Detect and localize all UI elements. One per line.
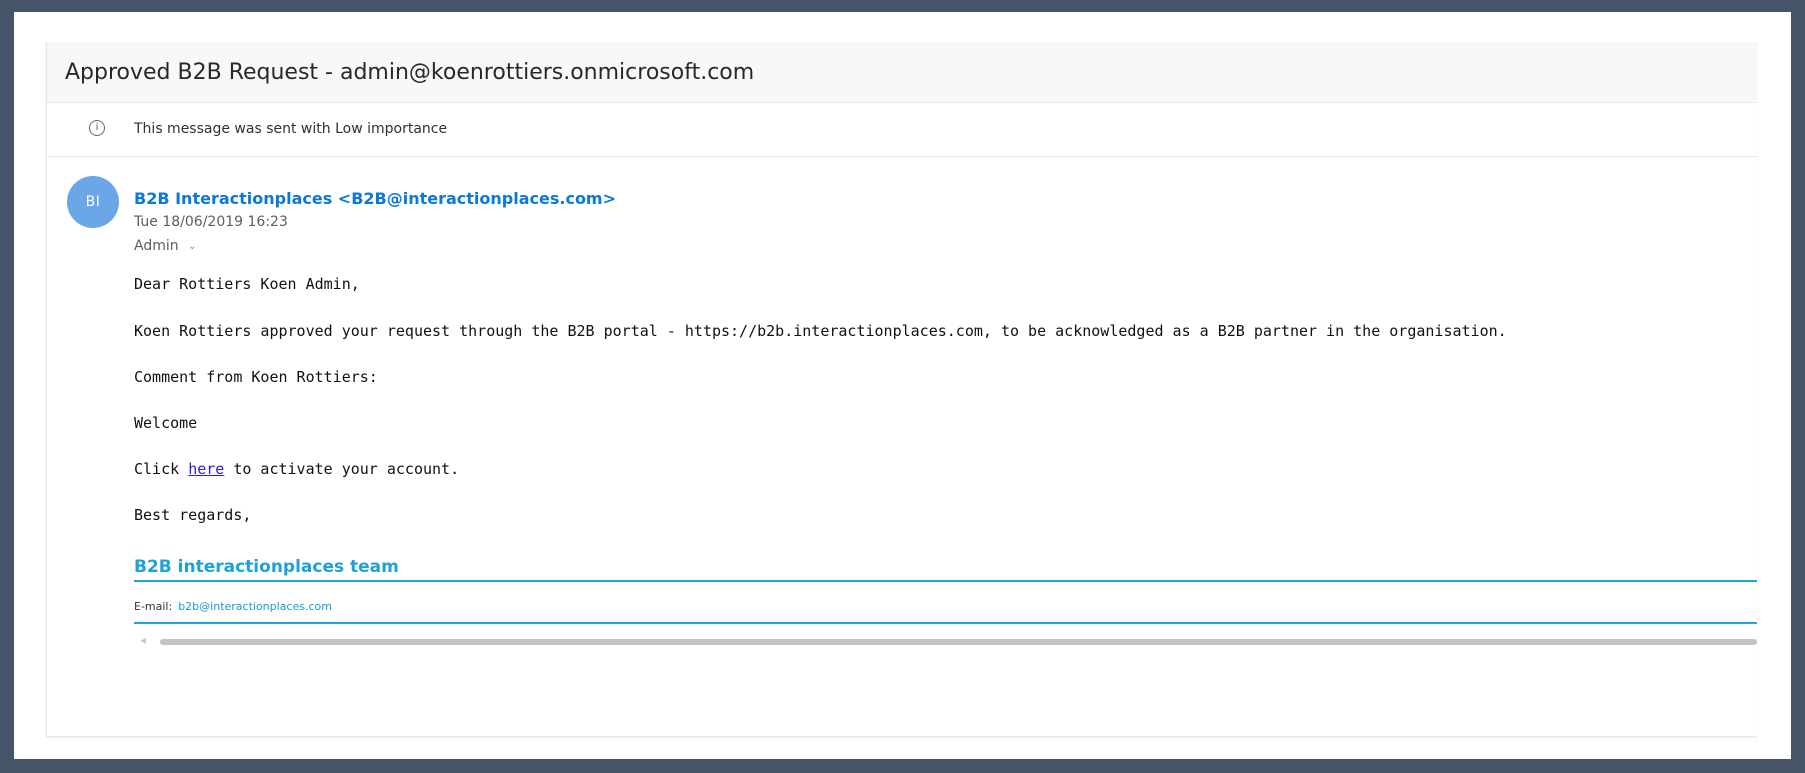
email-subject: Approved B2B Request - admin@koenrottier…: [65, 60, 755, 85]
activation-suffix: to activate your account.: [224, 460, 460, 478]
activate-account-link[interactable]: here: [188, 460, 224, 478]
email-reading-pane: Approved B2B Request - admin@koenrottier…: [46, 42, 1757, 737]
comment-text: Welcome: [134, 414, 198, 432]
approval-message: Koen Rottiers approved your request thro…: [134, 322, 1507, 340]
signature-contact-row: E-mail: b2b@interactionplaces.com: [134, 600, 332, 613]
signature-name: B2B interactionplaces team: [134, 557, 399, 577]
activation-line: Click here to activate your account.: [134, 459, 459, 479]
recipient-toggle[interactable]: Admin ⌄: [134, 238, 196, 254]
importance-notice: i This message was sent with Low importa…: [47, 103, 1757, 157]
horizontal-scrollbar[interactable]: ◂: [134, 633, 1757, 648]
signature-email-link[interactable]: b2b@interactionplaces.com: [178, 600, 332, 613]
info-icon: i: [89, 120, 105, 136]
sender-name[interactable]: B2B Interactionplaces <B2B@interactionpl…: [134, 189, 616, 208]
email-label: E-mail:: [134, 600, 173, 613]
signature-top-divider: [134, 580, 1757, 582]
chevron-down-icon: ⌄: [188, 241, 197, 252]
scroll-left-icon[interactable]: ◂: [140, 633, 146, 647]
closing-text: Best regards,: [134, 506, 252, 524]
recipient-name: Admin: [134, 238, 179, 254]
sender-avatar[interactable]: BI: [67, 176, 119, 228]
screenshot-frame: Approved B2B Request - admin@koenrottier…: [14, 12, 1791, 759]
email-greeting: Dear Rottiers Koen Admin,: [134, 275, 360, 293]
comment-label: Comment from Koen Rottiers:: [134, 368, 378, 386]
subject-bar: Approved B2B Request - admin@koenrottier…: [47, 42, 1757, 103]
activation-prefix: Click: [134, 460, 189, 478]
signature-bottom-divider: [134, 622, 1757, 624]
importance-text: This message was sent with Low importanc…: [134, 121, 448, 137]
sent-date: Tue 18/06/2019 16:23: [134, 214, 288, 230]
scrollbar-thumb[interactable]: [160, 639, 1757, 645]
